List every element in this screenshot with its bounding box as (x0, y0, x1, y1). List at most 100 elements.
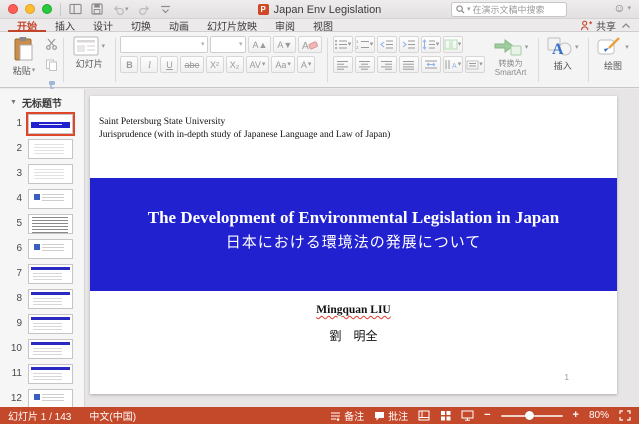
character-spacing-button[interactable]: AV▾ (246, 56, 270, 73)
subscript-button[interactable]: X₂ (226, 56, 244, 73)
tab-view[interactable]: 视图 (304, 19, 342, 32)
italic-button[interactable]: I (140, 56, 158, 73)
slide-sorter-view-button[interactable] (440, 410, 451, 421)
strikethrough-button[interactable]: abe (180, 56, 203, 73)
tab-slideshow[interactable]: 幻灯片放映 (198, 19, 266, 32)
minimize-window-button[interactable] (25, 4, 35, 14)
font-color-button[interactable]: A▾ (297, 56, 316, 73)
distribute-text-button[interactable] (421, 56, 441, 73)
slide-thumbnail-11[interactable]: 11 (0, 364, 84, 389)
search-input[interactable] (473, 5, 553, 15)
slide-thumbnail-2[interactable]: 2 (0, 139, 84, 164)
normal-view-icon (418, 410, 430, 421)
font-name-combo[interactable]: ▾ (120, 36, 208, 53)
notes-toggle[interactable]: 备注 (330, 408, 364, 423)
numbering-button[interactable]: 12▾ (355, 36, 375, 53)
align-right-button[interactable] (377, 56, 397, 73)
zoom-slider[interactable] (501, 415, 563, 417)
section-collapse-icon[interactable]: ▼ (10, 99, 17, 106)
superscript-button[interactable]: X² (206, 56, 224, 73)
fit-slide-button[interactable] (619, 410, 631, 421)
section-header[interactable]: ▼ 无标题节 (0, 95, 84, 114)
customize-toolbar-icon[interactable] (160, 5, 171, 14)
slide-thumbnail-5[interactable]: 5 (0, 214, 84, 239)
tab-insert[interactable]: 插入 (46, 19, 84, 32)
undo-dropdown-icon[interactable]: ▾ (125, 6, 129, 13)
slide-thumbnail-10[interactable]: 10 (0, 339, 84, 364)
slide-thumbnail-4[interactable]: 4 (0, 189, 84, 214)
redo-icon[interactable] (138, 4, 151, 15)
decrease-indent-button[interactable] (377, 36, 397, 53)
slide-editor[interactable]: Saint Petersburg State University Jurisp… (90, 96, 617, 394)
tab-design[interactable]: 设计 (84, 19, 122, 32)
zoom-level[interactable]: 80% (589, 410, 609, 421)
institution-line1: Saint Petersburg State University (99, 116, 390, 129)
cut-icon[interactable] (45, 37, 58, 55)
align-left-button[interactable] (333, 56, 353, 73)
ribbon-tab-bar: 开始 插入 设计 切换 动画 幻灯片放映 审阅 视图 共享 (0, 19, 639, 32)
slide-thumbnail-3[interactable]: 3 (0, 164, 84, 189)
slide-thumbnail-1[interactable]: 1 (0, 114, 84, 139)
paste-dropdown-icon[interactable]: ▾ (32, 67, 36, 74)
zoom-in-button[interactable]: + (573, 410, 579, 421)
slideshow-view-button[interactable] (461, 410, 474, 421)
grow-font-button[interactable]: A▲ (248, 36, 271, 53)
insert-shapes-icon: A (547, 36, 573, 58)
tab-transitions[interactable]: 切换 (122, 19, 160, 32)
zoom-slider-thumb[interactable] (525, 411, 534, 420)
search-box[interactable]: ▾ (451, 2, 567, 17)
insert-dropdown-icon[interactable]: ▾ (575, 44, 579, 51)
underline-button[interactable]: U (160, 56, 178, 73)
zoom-out-button[interactable]: − (484, 410, 490, 421)
institution-text[interactable]: Saint Petersburg State University Jurisp… (99, 116, 390, 142)
tab-animations[interactable]: 动画 (160, 19, 198, 32)
justify-button[interactable] (399, 56, 419, 73)
change-case-button[interactable]: Aa▾ (271, 56, 295, 73)
new-slide-button[interactable]: ▾ 幻灯片 (68, 36, 110, 70)
svg-text:A: A (302, 41, 309, 51)
tab-home[interactable]: 开始 (8, 19, 46, 32)
line-spacing-button[interactable]: ▾ (421, 36, 441, 53)
feedback-dropdown-icon[interactable]: ▾ (627, 5, 631, 12)
columns-button[interactable]: ▾ (443, 36, 463, 53)
bold-button[interactable]: B (120, 56, 138, 73)
increase-indent-button[interactable] (399, 36, 419, 53)
font-size-combo[interactable]: ▾ (210, 36, 246, 53)
author-name-english[interactable]: Mingquan LIU (90, 304, 617, 316)
smiley-feedback-icon[interactable]: ☺ (613, 1, 625, 15)
new-slide-pane-icon[interactable] (69, 3, 82, 15)
convert-to-smartart-button[interactable]: ▾ 转换为SmartArt (489, 36, 533, 77)
paste-button[interactable]: 粘贴▾ (6, 36, 42, 77)
draw-dropdown-icon[interactable]: ▾ (625, 44, 629, 51)
align-center-button[interactable] (355, 56, 375, 73)
new-slide-dropdown-icon[interactable]: ▾ (101, 43, 105, 50)
copy-icon[interactable] (45, 58, 58, 76)
slide-thumbnail-7[interactable]: 7 (0, 264, 84, 289)
clear-formatting-button[interactable]: A (298, 36, 322, 53)
insert-button[interactable]: A ▾ 插入 (543, 36, 583, 72)
slide-thumbnail-6[interactable]: 6 (0, 239, 84, 264)
search-scope-dropdown-icon[interactable]: ▾ (467, 6, 471, 13)
language-indicator[interactable]: 中文(中国) (89, 408, 136, 423)
comments-toggle[interactable]: 批注 (374, 408, 408, 423)
slide-title-english: The Development of Environmental Legisla… (148, 208, 560, 228)
zoom-window-button[interactable] (42, 4, 52, 14)
title-banner[interactable]: The Development of Environmental Legisla… (90, 178, 617, 291)
tab-review[interactable]: 审阅 (266, 19, 304, 32)
shrink-font-button[interactable]: A▼ (273, 36, 296, 53)
slide-thumbnail-8[interactable]: 8 (0, 289, 84, 314)
normal-view-button[interactable] (418, 410, 430, 421)
smartart-dropdown-icon[interactable]: ▾ (525, 44, 529, 51)
save-icon[interactable] (91, 3, 103, 15)
close-window-button[interactable] (8, 4, 18, 14)
slide-thumbnail-12[interactable]: 12 (0, 389, 84, 407)
bullets-button[interactable]: ▾ (333, 36, 353, 53)
share-button[interactable]: 共享 (580, 18, 616, 33)
align-text-button[interactable]: ▾ (465, 56, 485, 73)
draw-button[interactable]: ▾ 绘图 (593, 36, 633, 72)
undo-icon[interactable]: ▾ (112, 4, 129, 15)
slide-thumbnail-9[interactable]: 9 (0, 314, 84, 339)
author-name-chinese[interactable]: 劉 明全 (90, 327, 617, 344)
collapse-ribbon-icon[interactable] (621, 22, 631, 29)
text-direction-button[interactable]: A▾ (443, 56, 463, 73)
